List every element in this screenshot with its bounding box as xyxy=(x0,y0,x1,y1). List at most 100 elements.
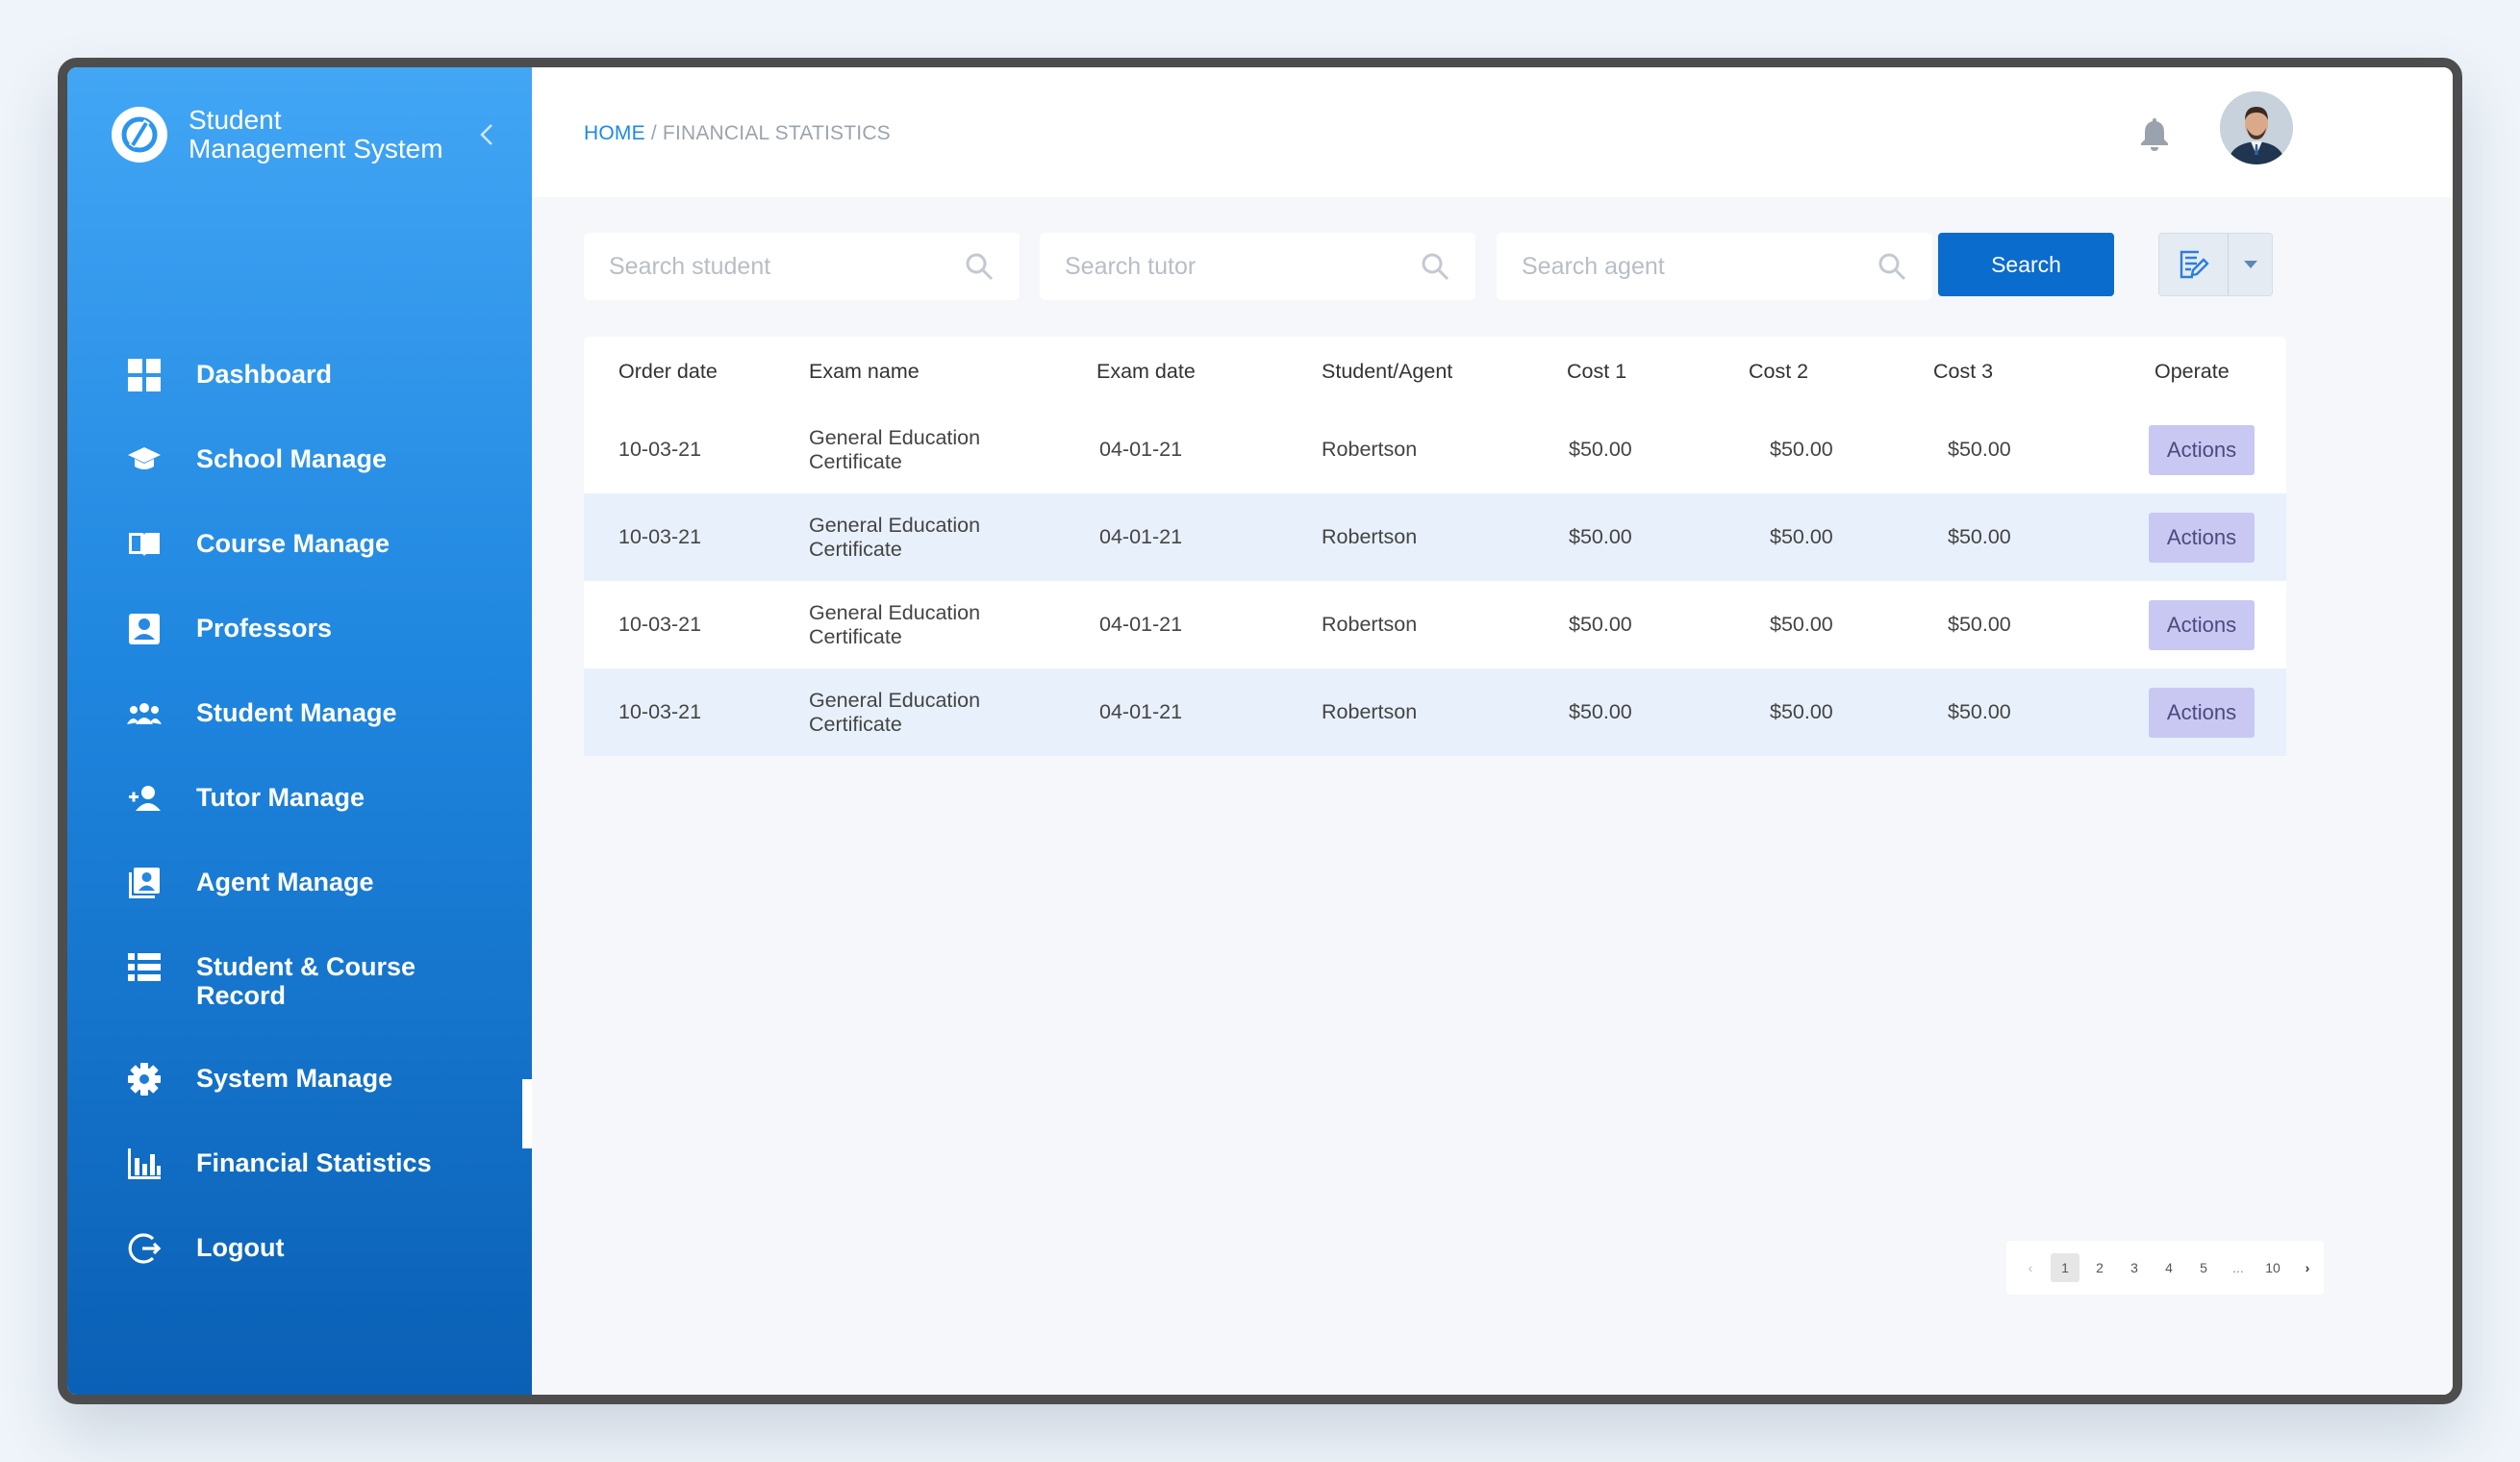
sidebar-item-label: Course Manage xyxy=(196,529,391,558)
cell-exam-name-line1: General Education xyxy=(809,513,981,537)
list-icon xyxy=(125,948,164,987)
sidebar-collapse-button[interactable] xyxy=(469,117,504,152)
actions-button[interactable]: Actions xyxy=(2149,687,2255,738)
contact-book-icon xyxy=(125,864,164,902)
search-icon[interactable] xyxy=(1877,251,1907,282)
sidebar-item-label: School Manage xyxy=(196,444,388,473)
cell-exam-name-line1: General Education xyxy=(809,688,981,712)
caret-down-icon xyxy=(2243,261,2257,268)
cell-exam-name-line2: Certificate xyxy=(809,624,902,648)
cell-exam-name: General Education Certificate xyxy=(809,689,980,737)
pagination: ‹ 1 2 3 4 5 ... 10 › xyxy=(2006,1241,2324,1295)
pagination-page-2[interactable]: 2 xyxy=(2085,1253,2114,1282)
sidebar-item-label-line2: Record xyxy=(196,981,287,1010)
sidebar-item-student-manage[interactable]: Student Manage xyxy=(125,694,510,733)
person-add-icon xyxy=(125,779,164,818)
pagination-prev-button[interactable]: ‹ xyxy=(2016,1253,2045,1282)
financial-table: Order date Exam name Exam date Student/A… xyxy=(584,337,2286,756)
cell-cost3: $50.00 xyxy=(1948,700,2011,723)
cell-cost2: $50.00 xyxy=(1770,438,1833,461)
notification-bell-icon[interactable] xyxy=(2134,113,2175,154)
sidebar-item-logout[interactable]: Logout xyxy=(125,1229,510,1268)
table-header: Order date Exam name Exam date Student/A… xyxy=(584,337,2286,406)
sidebar-item-agent-manage[interactable]: Agent Manage xyxy=(125,864,510,902)
cell-student: Robertson xyxy=(1322,438,1418,461)
export-button[interactable] xyxy=(2159,234,2229,295)
pagination-page-1[interactable]: 1 xyxy=(2051,1253,2079,1282)
active-nav-indicator xyxy=(522,1079,532,1148)
column-header-student-agent: Student/Agent xyxy=(1322,359,1453,383)
actions-button[interactable]: Actions xyxy=(2149,512,2255,563)
cell-cost1: $50.00 xyxy=(1569,613,1632,636)
cell-cost2: $50.00 xyxy=(1770,525,1833,548)
search-icon[interactable] xyxy=(964,251,995,282)
sidebar-item-system-manage[interactable]: System Manage xyxy=(125,1060,510,1098)
app-title: Student Management System xyxy=(189,106,443,164)
bar-chart-icon xyxy=(125,1145,164,1183)
sidebar-item-financial-statistics[interactable]: Financial Statistics xyxy=(125,1145,510,1183)
pagination-page-5[interactable]: 5 xyxy=(2189,1253,2218,1282)
pagination-page-10[interactable]: 10 xyxy=(2258,1253,2287,1282)
actions-button[interactable]: Actions xyxy=(2149,424,2255,475)
cell-cost1: $50.00 xyxy=(1569,525,1632,548)
export-dropdown-toggle[interactable] xyxy=(2229,234,2272,295)
sidebar-item-student-course-record[interactable]: Student & Course Record xyxy=(125,948,510,1010)
people-group-icon xyxy=(125,694,164,733)
cell-cost1: $50.00 xyxy=(1569,700,1632,723)
sidebar-item-label-line1: Student & Course xyxy=(196,952,416,981)
sidebar-item-label: Dashboard xyxy=(196,360,333,389)
sidebar-item-professors[interactable]: Professors xyxy=(125,610,510,648)
cell-cost3: $50.00 xyxy=(1948,613,2011,636)
search-agent-input[interactable] xyxy=(1522,252,1877,281)
cell-exam-name: General Education Certificate xyxy=(809,426,980,474)
app-window: Student Management System Dashboard Scho… xyxy=(58,58,2462,1404)
column-header-order-date: Order date xyxy=(618,359,718,383)
app-title-line2: Management System xyxy=(189,134,443,164)
pagination-page-3[interactable]: 3 xyxy=(2120,1253,2149,1282)
cell-exam-name-line1: General Education xyxy=(809,600,981,624)
pagination-next-button[interactable]: › xyxy=(2293,1253,2322,1282)
pagination-ellipsis: ... xyxy=(2232,1260,2244,1275)
cell-exam-date: 04-01-21 xyxy=(1099,613,1183,636)
sidebar-item-label: Student Manage xyxy=(196,698,397,727)
column-header-cost3: Cost 3 xyxy=(1933,359,1994,383)
sidebar-item-tutor-manage[interactable]: Tutor Manage xyxy=(125,779,510,818)
graduation-cap-icon xyxy=(125,441,164,479)
export-button-group xyxy=(2158,233,2273,296)
cell-cost3: $50.00 xyxy=(1948,525,2011,548)
cell-cost2: $50.00 xyxy=(1770,613,1833,636)
dashboard-grid-icon xyxy=(125,356,164,394)
search-student-box xyxy=(584,233,1020,300)
cell-order-date: 10-03-21 xyxy=(618,438,702,461)
cell-exam-date: 04-01-21 xyxy=(1099,438,1183,461)
table-row: 10-03-21 General Education Certificate 04… xyxy=(584,581,2286,668)
sidebar-item-label: System Manage xyxy=(196,1064,393,1093)
search-agent-box xyxy=(1497,233,1932,300)
user-avatar[interactable] xyxy=(2220,91,2293,164)
cell-exam-name-line2: Certificate xyxy=(809,449,902,473)
search-icon[interactable] xyxy=(1420,251,1450,282)
edit-document-icon xyxy=(2180,250,2209,279)
search-tutor-input[interactable] xyxy=(1065,252,1420,281)
logo-icon xyxy=(112,107,167,163)
sidebar-item-school-manage[interactable]: School Manage xyxy=(125,441,510,479)
search-student-input[interactable] xyxy=(609,252,964,281)
app-logo[interactable]: Student Management System xyxy=(112,106,443,164)
actions-button[interactable]: Actions xyxy=(2149,599,2255,650)
cell-student: Robertson xyxy=(1322,525,1418,548)
sidebar-item-label: Logout xyxy=(196,1233,285,1262)
sidebar-item-dashboard[interactable]: Dashboard xyxy=(125,356,510,394)
cell-order-date: 10-03-21 xyxy=(618,613,702,636)
breadcrumb-home-link[interactable]: HOME xyxy=(584,122,645,144)
cell-cost3: $50.00 xyxy=(1948,438,2011,461)
sidebar-item-course-manage[interactable]: Course Manage xyxy=(125,525,510,564)
sidebar-item-label: Professors xyxy=(196,614,333,643)
search-button[interactable]: Search xyxy=(1938,233,2114,296)
column-header-cost1: Cost 1 xyxy=(1567,359,1627,383)
sidebar-item-label: Financial Statistics xyxy=(196,1148,432,1177)
sidebar-item-label: Tutor Manage xyxy=(196,783,365,812)
top-header: HOME / FINANCIAL STATISTICS xyxy=(532,67,2453,197)
pagination-page-4[interactable]: 4 xyxy=(2155,1253,2183,1282)
sidebar: Student Management System Dashboard Scho… xyxy=(67,67,532,1395)
cell-exam-name: General Education Certificate xyxy=(809,601,980,649)
